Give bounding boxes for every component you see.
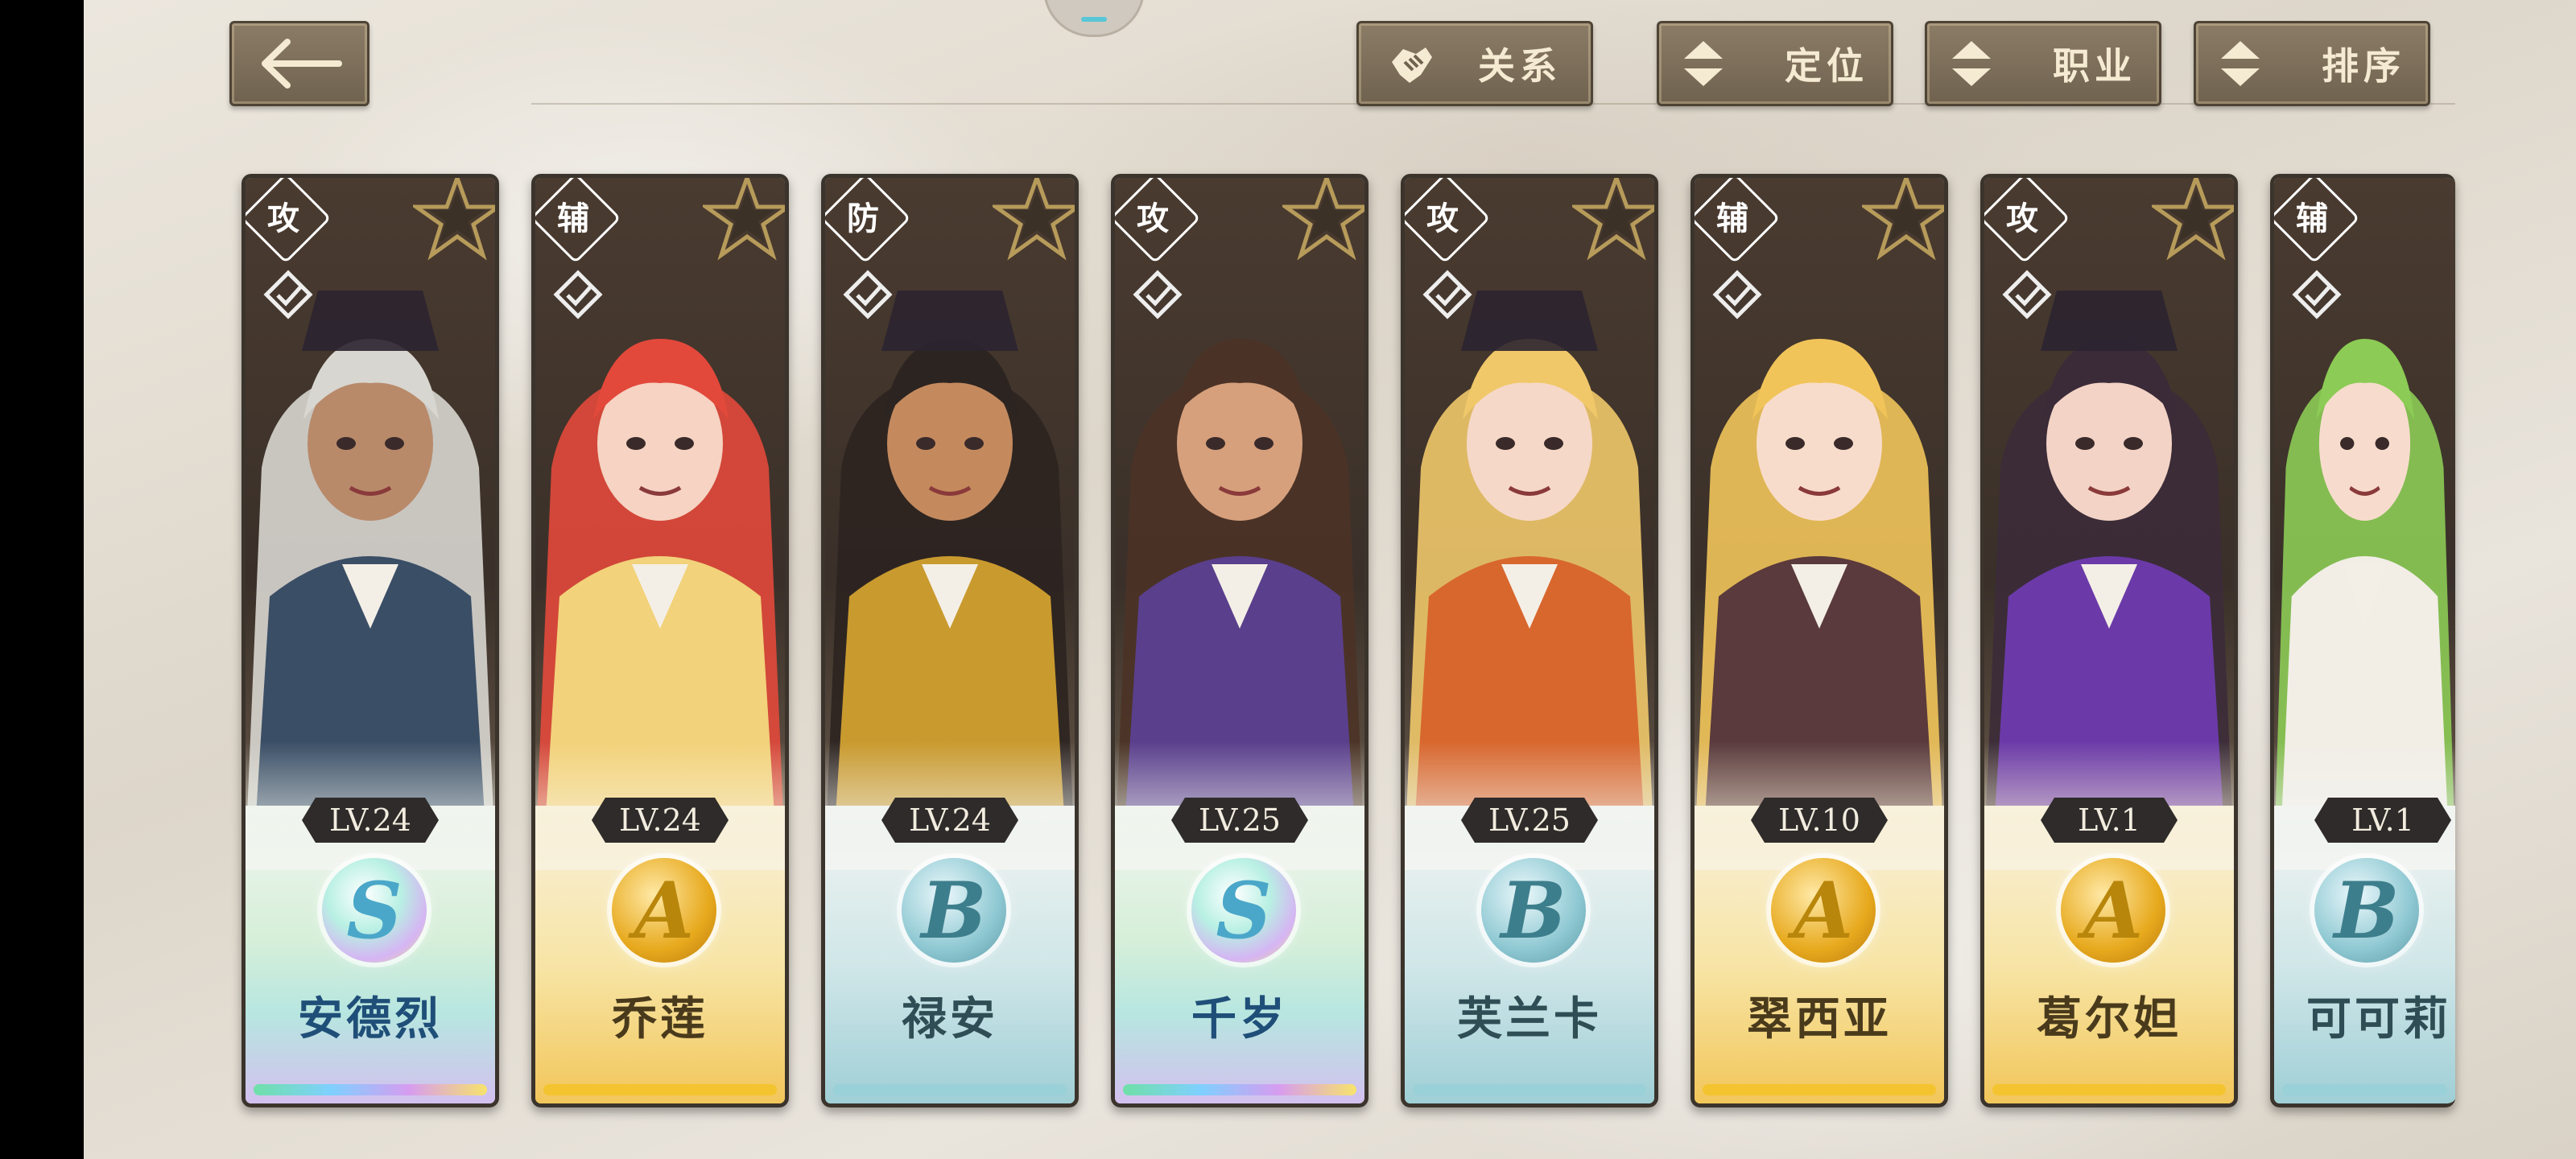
rank-badge: B bbox=[1481, 858, 1586, 963]
rank-badge: A bbox=[2061, 858, 2165, 963]
lock-check-icon bbox=[2002, 270, 2052, 320]
rarity-bar bbox=[1413, 1084, 1646, 1095]
character-name: 翠西亚 bbox=[1747, 992, 1892, 1046]
lock-check-icon bbox=[553, 270, 603, 320]
rarity-bar bbox=[1992, 1084, 2226, 1095]
order-label: 排序 bbox=[2322, 44, 2405, 88]
level-tag: LV.24 bbox=[881, 798, 1018, 843]
star-icon bbox=[2152, 178, 2234, 261]
rarity-bar bbox=[254, 1084, 487, 1095]
character-name: 芙兰卡 bbox=[1457, 992, 1602, 1046]
level-tag: LV.10 bbox=[1751, 798, 1888, 843]
level-tag: LV.25 bbox=[1461, 798, 1598, 843]
sort-arrows-icon bbox=[2212, 35, 2268, 92]
rarity-bar bbox=[1123, 1084, 1356, 1095]
star-icon bbox=[703, 178, 785, 261]
handshake-icon bbox=[1383, 35, 1439, 92]
role-text: 攻 bbox=[2006, 200, 2038, 237]
relation-button[interactable]: 关系 bbox=[1356, 21, 1593, 106]
sort-arrows-icon bbox=[1675, 35, 1732, 92]
position-label: 定位 bbox=[1785, 44, 1868, 88]
character-card[interactable]: 防 LV.24 B 禄安 bbox=[821, 174, 1079, 1107]
lock-check-icon bbox=[843, 270, 893, 320]
role-text: 攻 bbox=[1137, 200, 1169, 237]
back-button[interactable] bbox=[229, 21, 369, 106]
character-name: 可可莉 bbox=[2306, 992, 2451, 1046]
level-tag: LV.1 bbox=[2314, 798, 2451, 843]
level-tag: LV.24 bbox=[592, 798, 729, 843]
rank-badge: B bbox=[902, 858, 1006, 963]
rank-badge: A bbox=[612, 858, 716, 963]
class-label: 职业 bbox=[2053, 44, 2136, 88]
relation-label: 关系 bbox=[1478, 44, 1562, 88]
role-text: 辅 bbox=[2296, 200, 2328, 237]
level-tag: LV.24 bbox=[302, 798, 439, 843]
star-icon bbox=[1862, 178, 1944, 261]
character-card[interactable]: 攻 LV.24 S 安德烈 bbox=[242, 174, 499, 1107]
sort-arrows-icon bbox=[1943, 35, 2000, 92]
level-tag: LV.1 bbox=[2041, 798, 2178, 843]
lock-check-icon bbox=[2292, 270, 2342, 320]
character-name: 葛尔妲 bbox=[2037, 992, 2182, 1046]
rarity-bar bbox=[833, 1084, 1067, 1095]
role-text: 防 bbox=[847, 200, 879, 237]
star-icon bbox=[413, 178, 495, 261]
rarity-bar bbox=[2282, 1084, 2447, 1095]
character-card[interactable]: 攻 LV.25 B 芙兰卡 bbox=[1401, 174, 1658, 1107]
left-black-bar bbox=[0, 0, 84, 1159]
rarity-bar bbox=[543, 1084, 777, 1095]
order-sort-button[interactable]: 排序 bbox=[2194, 21, 2430, 106]
level-tag: LV.25 bbox=[1171, 798, 1308, 843]
character-card[interactable]: 辅 LV.24 A 乔莲 bbox=[531, 174, 789, 1107]
character-card[interactable]: 攻 LV.1 A 葛尔妲 bbox=[1980, 174, 2238, 1107]
character-name: 千岁 bbox=[1191, 992, 1288, 1046]
star-icon bbox=[1282, 178, 1364, 261]
lock-check-icon bbox=[263, 270, 313, 320]
character-card[interactable]: 攻 LV.25 S 千岁 bbox=[1111, 174, 1368, 1107]
role-text: 攻 bbox=[1426, 200, 1459, 237]
lock-check-icon bbox=[1133, 270, 1183, 320]
character-name: 禄安 bbox=[902, 992, 998, 1046]
lock-check-icon bbox=[1422, 270, 1472, 320]
rank-badge: B bbox=[2314, 858, 2419, 963]
role-text: 辅 bbox=[1716, 200, 1748, 237]
position-sort-button[interactable]: 定位 bbox=[1657, 21, 1893, 106]
character-name: 乔莲 bbox=[612, 992, 708, 1046]
role-text: 攻 bbox=[267, 200, 299, 237]
class-sort-button[interactable]: 职业 bbox=[1925, 21, 2161, 106]
arrow-left-icon bbox=[262, 39, 342, 89]
character-card[interactable]: 辅 LV.1 B 可可莉 bbox=[2270, 174, 2455, 1107]
rank-badge: S bbox=[322, 858, 427, 963]
star-icon bbox=[993, 178, 1075, 261]
rarity-bar bbox=[1703, 1084, 1936, 1095]
rank-badge: A bbox=[1771, 858, 1876, 963]
star-icon bbox=[1572, 178, 1654, 261]
role-text: 辅 bbox=[557, 200, 589, 237]
rank-badge: S bbox=[1191, 858, 1296, 963]
character-name: 安德烈 bbox=[298, 992, 443, 1046]
lock-check-icon bbox=[1712, 270, 1762, 320]
character-card[interactable]: 辅 LV.10 A 翠西亚 bbox=[1690, 174, 1948, 1107]
